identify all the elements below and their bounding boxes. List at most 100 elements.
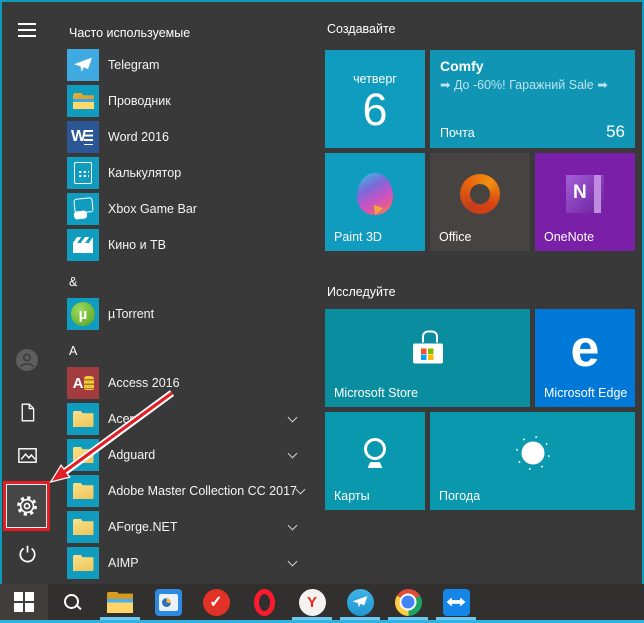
office-icon (460, 174, 500, 215)
folder-icon (67, 403, 99, 435)
app-tile[interactable]: Microsoft Store (325, 309, 530, 407)
app-list: Часто используемые Часто используемые Te… (54, 2, 312, 584)
settings-button[interactable] (15, 494, 39, 518)
documents-button[interactable] (5, 390, 49, 434)
mail-preview-text: ➡ До -60%! Гаражний Sale ➡ (440, 78, 608, 92)
app-list-item[interactable]: & & (67, 263, 312, 296)
mail-app-name: Comfy (440, 58, 484, 74)
app-list-item[interactable]: AIMP AIMP (67, 545, 312, 581)
app-tile[interactable]: Microsoft Edge (535, 309, 635, 407)
section-header: Часто используемые (69, 26, 191, 40)
gear-icon (16, 496, 37, 516)
app-list-item[interactable]: Часто используемые Часто используемые (67, 14, 312, 47)
pictures-button[interactable] (5, 433, 49, 477)
app-list-item[interactable]: Access 2016 Access 2016 (67, 365, 312, 401)
app-label: Acer (108, 412, 134, 426)
chevron-down-icon[interactable] (287, 448, 298, 459)
movies-tv-app-icon (67, 229, 99, 261)
app-list-item[interactable]: Xbox Game Bar Xbox Game Bar (67, 191, 312, 227)
app-label: Кино и ТВ (108, 238, 167, 252)
app-list-item[interactable]: Калькулятор Калькулятор (67, 155, 312, 191)
file-explorer-app-icon (67, 85, 99, 117)
chevron-down-icon[interactable] (287, 412, 298, 423)
app-list-item[interactable]: Telegram Telegram (67, 47, 312, 83)
microsoft-store-icon (412, 330, 443, 364)
access-app-icon (67, 367, 99, 399)
app-list-item[interactable]: Word 2016 Word 2016 (67, 119, 312, 155)
windows-logo-icon (14, 592, 34, 612)
section-header: A (69, 344, 78, 358)
user-account-button[interactable] (5, 338, 49, 382)
tile-grid-create: четверг 6 Comfy ➡ До -60%! Гаражний Sale… (325, 50, 640, 251)
app-list-item[interactable]: Кино и ТВ Кино и ТВ (67, 227, 312, 263)
teamviewer-button[interactable] (432, 584, 480, 620)
report-app-button[interactable] (144, 584, 192, 620)
file-explorer-button[interactable] (96, 584, 144, 620)
app-label: µTorrent (108, 307, 155, 321)
tile-label: Microsoft Edge (544, 386, 628, 400)
mail-tile[interactable]: Comfy ➡ До -60%! Гаражний Sale ➡ Почта 5… (430, 50, 635, 148)
opera-button[interactable] (240, 584, 288, 620)
app-label: Xbox Game Bar (108, 202, 197, 216)
folder-icon (67, 511, 99, 543)
file-explorer-icon (107, 592, 133, 613)
checkmark-app-button[interactable] (192, 584, 240, 620)
folder-icon (67, 475, 99, 507)
teamviewer-icon (442, 588, 470, 616)
power-button[interactable] (5, 531, 49, 575)
chevron-down-icon[interactable] (287, 556, 298, 567)
app-tile[interactable]: Погода (430, 412, 635, 510)
search-icon (61, 591, 83, 613)
app-label: Telegram (108, 58, 160, 72)
tile-label: OneNote (544, 230, 595, 244)
app-list-item[interactable]: AForge.NET AForge.NET (67, 509, 312, 545)
app-tile[interactable]: Office (430, 153, 530, 251)
calendar-tile[interactable]: четверг 6 (325, 50, 425, 148)
taskbar (0, 584, 644, 620)
section-header: & (69, 275, 78, 289)
calculator-app-icon (67, 157, 99, 189)
app-label: Word 2016 (108, 130, 169, 144)
tiles-panel: Создавайте четверг 6 Comfy ➡ До -60%! Га… (325, 2, 641, 510)
app-list-item[interactable]: µTorrent µTorrent (67, 296, 312, 332)
app-list-item[interactable]: Acer Acer (67, 401, 312, 437)
xbox-game-bar-app-icon (67, 193, 99, 225)
telegram-app-icon (67, 49, 99, 81)
power-icon (18, 545, 36, 563)
chevron-down-icon[interactable] (295, 484, 306, 495)
start-button[interactable] (0, 584, 48, 620)
folder-icon (67, 439, 99, 471)
chrome-icon (394, 588, 422, 616)
start-menu: Часто используемые Часто используемые Te… (0, 0, 644, 584)
desktop-screen: Часто используемые Часто используемые Te… (0, 0, 644, 623)
app-label: AIMP (108, 556, 139, 570)
maps-pin-icon (364, 438, 386, 468)
app-list-item[interactable]: Adobe Master Collection CC 2017 Adobe Ma… (67, 473, 312, 509)
app-tile[interactable]: Paint 3D (325, 153, 425, 251)
search-button[interactable] (48, 584, 96, 620)
tile-label: Карты (334, 489, 370, 503)
telegram-button[interactable] (336, 584, 384, 620)
app-tile[interactable]: OneNote (535, 153, 635, 251)
tile-grid-explore: Microsoft Store Microsoft Edge Карты (325, 309, 640, 510)
yandex-browser-button[interactable] (288, 584, 336, 620)
folder-icon (67, 547, 99, 579)
report-app-icon (154, 588, 182, 616)
chevron-down-icon[interactable] (287, 520, 298, 531)
app-list-item[interactable]: A A (67, 332, 312, 365)
app-list-item[interactable]: Adguard Adguard (67, 437, 312, 473)
tile-label: Paint 3D (334, 230, 382, 244)
app-tile[interactable]: Карты (325, 412, 425, 510)
app-list-item[interactable]: Проводник Проводник (67, 83, 312, 119)
hamburger-icon (18, 23, 36, 25)
tile-label: Погода (439, 489, 481, 503)
documents-icon (21, 403, 34, 421)
edge-icon (571, 329, 600, 371)
mail-unread-count: 56 (606, 122, 625, 141)
chrome-button[interactable] (384, 584, 432, 620)
hamburger-menu-button[interactable] (5, 8, 49, 52)
telegram-icon (346, 588, 374, 616)
tile-label: Office (439, 230, 472, 244)
onenote-icon (566, 175, 604, 214)
app-label: AForge.NET (108, 520, 178, 534)
